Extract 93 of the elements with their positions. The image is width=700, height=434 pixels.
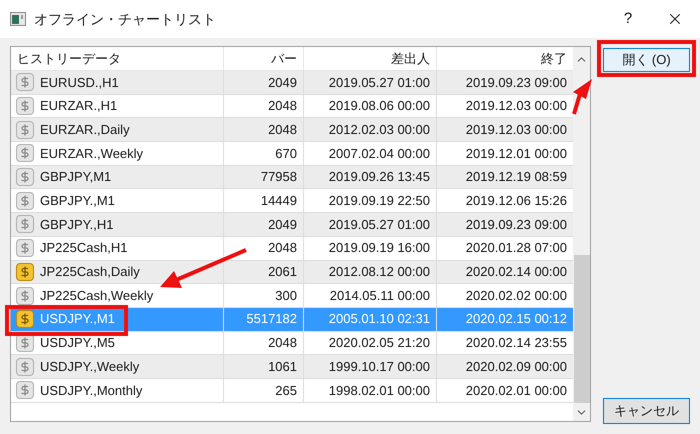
coin-icon [16, 286, 34, 305]
start-time: 2019.08.06 00:00 [328, 97, 430, 116]
symbol-name: USDJPY.,M5 [40, 334, 115, 352]
coin-icon [16, 239, 34, 258]
column-header[interactable]: 終了 [437, 47, 573, 70]
coin-icon [16, 120, 34, 139]
column-header[interactable]: ヒストリーデータ [11, 47, 224, 70]
coin-icon [16, 358, 34, 376]
start-time: 2019.09.19 22:50 [328, 192, 430, 210]
end-time: 2019.12.06 15:26 [466, 192, 567, 210]
help-button[interactable]: ? [606, 0, 650, 38]
end-time: 2019.09.23 09:00 [466, 216, 567, 234]
end-time: 2020.02.01 00:00 [466, 382, 567, 400]
symbol-name: USDJPY.,Monthly [40, 382, 142, 400]
table-row[interactable]: JP225Cash,H1 2048 2019.09.19 16:00 2020.01.28 07:00 [11, 236, 573, 260]
open-button[interactable]: 開く (O) [603, 48, 690, 72]
end-time: 2020.02.02 00:00 [466, 286, 567, 305]
end-time: 2020.01.28 07:00 [466, 239, 567, 258]
coin-icon [16, 381, 34, 400]
coin-icon [16, 73, 34, 92]
coin-icon [16, 168, 34, 186]
coin-icon [16, 144, 34, 162]
start-time: 1998.02.01 00:00 [328, 382, 430, 400]
bar-count: 77958 [260, 168, 297, 186]
bar-count: 2049 [268, 216, 297, 234]
start-time: 2012.08.12 00:00 [328, 263, 430, 282]
start-time: 2019.09.26 13:45 [328, 168, 430, 186]
annotation-arrow [572, 79, 592, 115]
cancel-button[interactable]: キャンセル [603, 398, 690, 424]
symbol-name: EURZAR.,H1 [40, 97, 118, 116]
start-time: 1999.10.17 00:00 [328, 358, 430, 376]
bar-count: 2048 [268, 97, 297, 116]
bar-count: 5517182 [246, 310, 297, 328]
symbol-name: EURZAR.,Weekly [40, 144, 144, 163]
end-time: 2019.12.03 00:00 [466, 97, 567, 116]
column-header[interactable]: 差出人 [304, 47, 437, 70]
column-header[interactable]: バー [224, 47, 304, 70]
table-row[interactable]: USDJPY.,Weekly 1061 1999.10.17 00:00 2020.02.09 00:00 [11, 355, 573, 379]
bar-count: 300 [275, 286, 297, 305]
coin-icon [16, 97, 34, 116]
table-row[interactable]: EURZAR.,H1 2048 2019.08.06 00:00 2019.12.03 00:00 [11, 94, 573, 118]
symbol-name: USDJPY.,Weekly [40, 358, 140, 376]
bar-count: 1061 [268, 358, 297, 376]
table-row[interactable]: GBPJPY,M1 77958 2019.09.26 13:45 2019.12.19 08:59 [11, 166, 573, 190]
bar-count: 265 [275, 382, 297, 400]
table-row[interactable]: EURUSD.,H1 2049 2019.05.27 01:00 2019.09.23 09:00 [11, 71, 573, 95]
bar-count: 14449 [260, 192, 297, 210]
bar-count: 2049 [268, 74, 297, 92]
end-time: 2020.02.15 00:12 [466, 310, 567, 328]
end-time: 2020.02.09 00:00 [466, 358, 567, 376]
start-time: 2007.02.04 00:00 [328, 144, 430, 163]
end-time: 2020.02.14 00:00 [466, 263, 567, 282]
symbol-name: EURUSD.,H1 [40, 74, 119, 92]
bar-count: 2048 [268, 120, 297, 139]
bar-count: 2048 [268, 239, 297, 258]
coin-icon [16, 215, 34, 234]
start-time: 2012.02.03 00:00 [328, 120, 430, 139]
start-time: 2005.01.10 02:31 [328, 310, 430, 328]
table-row[interactable]: GBPJPY.,M1 14449 2019.09.19 22:50 2019.12.06 15:26 [11, 189, 573, 214]
start-time: 2019.09.19 16:00 [328, 239, 430, 258]
table-row[interactable]: EURZAR.,Daily 2048 2012.02.03 00:00 2019.12.03 00:00 [11, 118, 573, 142]
start-time: 2019.05.27 01:00 [328, 74, 430, 92]
end-time: 2019.12.03 00:00 [466, 120, 567, 139]
window-title: オフライン・チャートリスト [34, 10, 216, 28]
symbol-name: JP225Cash,Weekly [40, 286, 154, 305]
symbol-name: JP225Cash,H1 [40, 239, 128, 258]
symbol-name: USDJPY.,M1 [40, 310, 115, 328]
symbol-name: GBPJPY.,M1 [40, 192, 115, 210]
coin-icon [16, 262, 34, 281]
table-row[interactable]: EURZAR.,Weekly 670 2007.02.04 00:00 2019.12.01 00:00 [11, 142, 573, 166]
end-time: 2019.12.01 00:00 [466, 144, 567, 163]
bar-count: 2061 [268, 263, 297, 282]
end-time: 2019.09.23 09:00 [466, 74, 567, 92]
table-row[interactable]: JP225Cash,Daily 2061 2012.08.12 00:00 2020.02.14 00:00 [11, 260, 573, 284]
window-icon [10, 12, 26, 26]
table-row[interactable]: GBPJPY.,H1 2049 2019.05.27 01:00 2019.09.23 09:00 [11, 213, 573, 237]
scrollbar[interactable] [573, 47, 590, 421]
symbol-name: GBPJPY,M1 [40, 168, 112, 186]
coin-icon [16, 310, 34, 328]
table-row[interactable]: USDJPY.,M5 2048 2020.02.05 21:20 2020.02.14 23:55 [11, 332, 573, 356]
start-time: 2019.05.27 01:00 [328, 216, 430, 234]
table-row[interactable]: USDJPY.,Monthly 265 1998.02.01 00:00 2020.02.01 00:00 [11, 378, 573, 403]
symbol-name: GBPJPY.,H1 [40, 216, 114, 234]
scrollbar-thumb[interactable] [574, 255, 590, 403]
end-time: 2020.02.14 23:55 [466, 334, 567, 352]
symbol-name: EURZAR.,Daily [40, 120, 130, 139]
coin-icon [16, 192, 34, 210]
bar-count: 2048 [268, 334, 297, 352]
symbol-name: JP225Cash,Daily [40, 263, 140, 282]
start-time: 2014.05.11 00:00 [330, 286, 430, 305]
bar-count: 670 [275, 144, 297, 163]
start-time: 2020.02.05 21:20 [328, 334, 430, 352]
end-time: 2019.12.19 08:59 [466, 168, 567, 186]
